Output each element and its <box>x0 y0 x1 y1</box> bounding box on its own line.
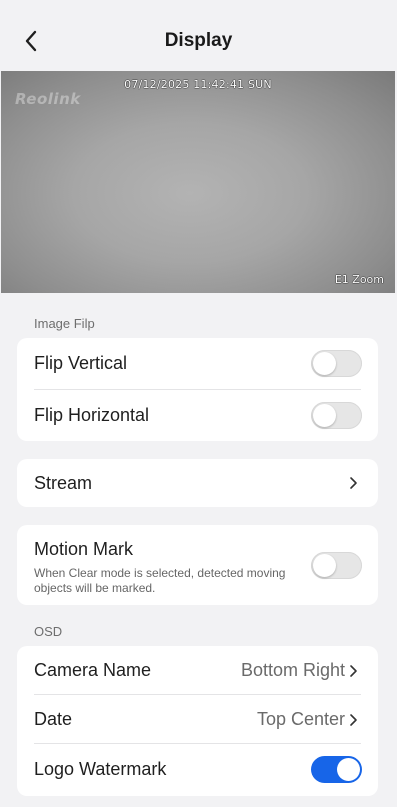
stream-label: Stream <box>34 472 93 493</box>
logo-watermark-label: Logo Watermark <box>34 758 167 779</box>
chevron-right-icon <box>350 713 357 726</box>
preview-model-label: E1 Zoom <box>334 273 384 286</box>
flip-vertical-row: Flip Vertical <box>17 338 378 389</box>
flip-vertical-label: Flip Vertical <box>34 353 128 373</box>
camera-preview[interactable]: 07/12/2025 11:42:41 SUN Reolink E1 Zoom <box>1 71 395 293</box>
motion-mark-card: Motion Mark When Clear mode is selected,… <box>17 525 378 605</box>
top-bar: Display <box>0 0 397 71</box>
flip-horizontal-row: Flip Horizontal <box>17 390 378 441</box>
image-flip-card: Flip Vertical Flip Horizontal <box>17 338 378 441</box>
toggle-knob <box>313 554 336 577</box>
chevron-right-icon <box>350 477 357 489</box>
chevron-right-icon <box>350 664 357 677</box>
camera-name-value: Bottom Right <box>240 660 345 680</box>
date-row[interactable]: Date Top Center <box>17 695 378 744</box>
flip-horizontal-toggle[interactable] <box>311 402 362 429</box>
preview-logo-watermark: Reolink <box>15 90 81 108</box>
flip-vertical-toggle[interactable] <box>311 350 362 377</box>
camera-name-label: Camera Name <box>34 660 152 680</box>
date-label: Date <box>34 709 73 729</box>
section-label-image-flip: Image Filp <box>34 316 95 331</box>
section-label-osd: OSD <box>34 624 63 639</box>
toggle-knob <box>313 352 336 375</box>
toggle-knob <box>313 404 336 427</box>
camera-name-row[interactable]: Camera Name Bottom Right <box>17 646 378 695</box>
motion-mark-description: When Clear mode is selected, detected mo… <box>34 566 286 595</box>
toggle-knob <box>337 757 360 781</box>
motion-mark-label: Motion Mark <box>34 539 134 559</box>
stream-card[interactable]: Stream <box>17 459 378 507</box>
logo-watermark-toggle[interactable] <box>311 755 362 783</box>
motion-mark-toggle[interactable] <box>311 552 362 579</box>
date-value: Top Center <box>256 709 345 729</box>
osd-card: Camera Name Bottom Right Date Top Center… <box>17 646 378 796</box>
flip-horizontal-label: Flip Horizontal <box>34 405 150 425</box>
logo-watermark-row: Logo Watermark <box>17 744 378 794</box>
stream-row[interactable]: Stream <box>17 459 378 507</box>
page-title: Display <box>164 30 233 51</box>
